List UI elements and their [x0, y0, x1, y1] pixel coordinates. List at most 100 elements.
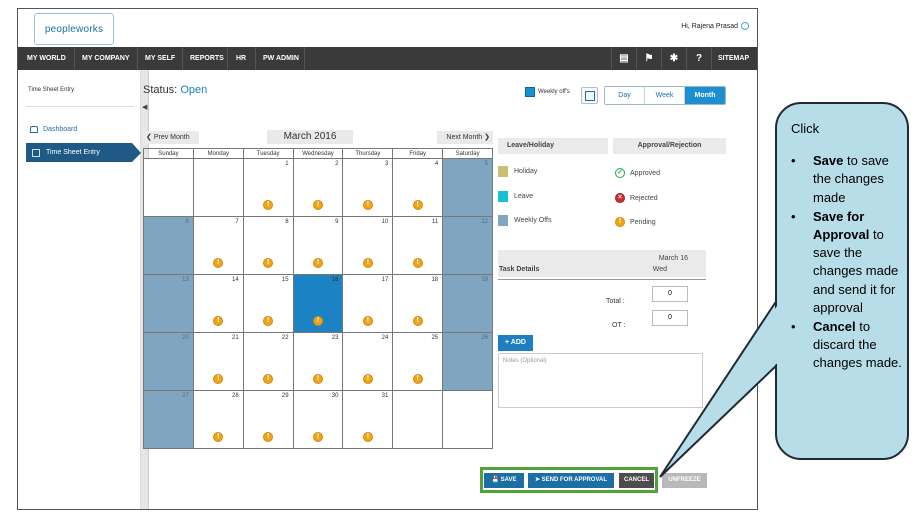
- company-logo[interactable]: peopleworks: [34, 13, 114, 45]
- pending-status-icon[interactable]: !: [412, 374, 423, 384]
- pending-status-icon[interactable]: !: [213, 258, 224, 268]
- pending-status-icon[interactable]: !: [313, 432, 323, 442]
- callout-bold: Save for Approval: [813, 208, 870, 243]
- pending-status-icon[interactable]: !: [362, 316, 373, 326]
- pending-status-icon[interactable]: !: [213, 316, 224, 326]
- pending-status-icon[interactable]: !: [362, 200, 373, 210]
- calendar-day-cell[interactable]: 8!: [243, 217, 294, 275]
- flag-icon[interactable]: ⚑: [638, 47, 660, 70]
- calendar-day-cell[interactable]: 17!: [343, 275, 394, 333]
- calendar-day-cell[interactable]: 31!: [343, 391, 394, 449]
- settings-icon[interactable]: [741, 22, 749, 30]
- day-header: Thursday: [343, 149, 394, 159]
- tools-icon[interactable]: ✱: [663, 47, 685, 70]
- calendar-day-cell[interactable]: 1!: [243, 159, 294, 217]
- weekly-offs-toggle[interactable]: Weekly off's: [525, 87, 570, 97]
- calendar-day-cell[interactable]: 5: [443, 159, 494, 217]
- pending-status-icon[interactable]: !: [412, 316, 423, 326]
- save-button[interactable]: 💾 SAVE: [484, 473, 524, 488]
- nav-divider: [611, 47, 612, 70]
- user-greeting[interactable]: Hi, Rajena Prasad: [681, 22, 749, 30]
- sidebar-item-time-sheet-entry[interactable]: Time Sheet Entry: [26, 143, 132, 162]
- legend-approved: ✓ Approved: [615, 168, 660, 178]
- calendar-day-cell[interactable]: 30!: [293, 391, 344, 449]
- nav-my-self[interactable]: MY SELF: [145, 47, 175, 70]
- day-number: 19: [481, 277, 489, 283]
- calendar-day-cell[interactable]: 26: [443, 333, 494, 391]
- nav-sitemap[interactable]: SITEMAP: [718, 47, 749, 70]
- calendar-day-cell[interactable]: 2!: [293, 159, 344, 217]
- help-icon[interactable]: ?: [688, 47, 710, 70]
- send-for-approval-button[interactable]: ➤ SEND FOR APPROVAL: [528, 473, 614, 488]
- calendar-day-cell[interactable]: 21!: [193, 333, 244, 391]
- day-number: 3: [384, 161, 389, 167]
- pending-status-icon[interactable]: !: [263, 258, 274, 268]
- pending-status-icon[interactable]: !: [412, 258, 423, 268]
- pending-status-icon[interactable]: !: [313, 316, 323, 326]
- calendar-day-cell[interactable]: 6: [144, 217, 194, 275]
- calendar-week-row: 1! 2! 3! 4! 5: [144, 159, 494, 217]
- calendar-day-cell[interactable]: 22!: [243, 333, 294, 391]
- nav-reports[interactable]: REPORTS: [190, 47, 224, 70]
- day-number: 14: [232, 277, 239, 283]
- calendar-day-cell[interactable]: 9!: [293, 217, 344, 275]
- sidebar-item-dashboard[interactable]: Dashboard: [30, 126, 77, 133]
- calendar-day-cell[interactable]: 13: [144, 275, 194, 333]
- pending-status-icon[interactable]: !: [263, 374, 274, 384]
- calendar-day-cell[interactable]: 24!: [343, 333, 394, 391]
- calendar-day-cell[interactable]: 11!: [393, 217, 444, 275]
- nav-hr[interactable]: HR: [236, 47, 246, 70]
- calendar-day-cell[interactable]: 27: [144, 391, 194, 449]
- home-icon: [30, 126, 38, 133]
- callout-intro: Click: [791, 121, 820, 136]
- calendar-day-cell[interactable]: 19: [443, 275, 494, 333]
- calendar-day-cell[interactable]: 15!: [243, 275, 294, 333]
- legend-label: Holiday: [514, 168, 538, 175]
- pending-status-icon[interactable]: !: [362, 258, 373, 268]
- pending-status-icon[interactable]: !: [412, 200, 423, 210]
- total-hours-field[interactable]: 0: [652, 286, 688, 302]
- calendar-day-cell[interactable]: 23!: [293, 333, 344, 391]
- nav-my-company[interactable]: MY COMPANY: [82, 47, 130, 70]
- cancel-button[interactable]: CANCEL: [619, 473, 654, 488]
- calendar-picker-button[interactable]: [581, 87, 598, 104]
- calendar-day-cell[interactable]: 20: [144, 333, 194, 391]
- calendar-day-cell[interactable]: 12: [443, 217, 494, 275]
- pending-status-icon[interactable]: !: [313, 258, 323, 268]
- calendar-icon: [585, 91, 595, 101]
- calendar-day-cell[interactable]: 4!: [393, 159, 444, 217]
- nav-my-world[interactable]: MY WORLD: [27, 47, 66, 70]
- calendar-day-cell[interactable]: 14!: [193, 275, 244, 333]
- day-number: 20: [182, 335, 189, 341]
- view-week-tab[interactable]: Week: [645, 87, 685, 104]
- pending-status-icon[interactable]: !: [313, 200, 323, 210]
- add-task-button[interactable]: + ADD: [498, 335, 533, 351]
- pending-status-icon[interactable]: !: [362, 374, 373, 384]
- view-day-tab[interactable]: Day: [605, 87, 645, 104]
- calendar-day-cell[interactable]: 29!: [243, 391, 294, 449]
- nav-pw-admin[interactable]: PW ADMIN: [263, 47, 299, 70]
- calendar-day-cell[interactable]: 3!: [343, 159, 394, 217]
- pending-status-icon[interactable]: !: [213, 432, 224, 442]
- notes-textarea[interactable]: Notes (Optional): [498, 353, 703, 408]
- pending-status-icon[interactable]: !: [313, 374, 323, 384]
- book-icon[interactable]: ▤: [613, 47, 635, 70]
- prev-month-button[interactable]: ❮ Prev Month: [143, 131, 199, 144]
- pending-status-icon[interactable]: !: [213, 374, 224, 384]
- calendar-day-cell[interactable]: 10!: [343, 217, 394, 275]
- ot-hours-field[interactable]: 0: [652, 310, 688, 326]
- calendar-day-cell[interactable]: 28!: [193, 391, 244, 449]
- pending-status-icon[interactable]: !: [263, 432, 274, 442]
- calendar-day-cell[interactable]: 25!: [393, 333, 444, 391]
- unfreeze-button[interactable]: UNFREEZE: [662, 473, 707, 488]
- pending-status-icon[interactable]: !: [263, 200, 274, 210]
- pending-status-icon[interactable]: !: [263, 316, 274, 326]
- calendar-day-cell[interactable]: 18!: [393, 275, 444, 333]
- next-month-button[interactable]: Next Month ❯: [437, 131, 493, 144]
- calendar-day-cell[interactable]: 7!: [193, 217, 244, 275]
- collapse-arrow-icon[interactable]: ◀: [142, 103, 147, 111]
- weekly-offs-checkbox[interactable]: [525, 87, 535, 97]
- view-month-tab[interactable]: Month: [685, 87, 725, 104]
- calendar-day-cell[interactable]: 16!: [293, 275, 344, 333]
- pending-status-icon[interactable]: !: [362, 432, 373, 442]
